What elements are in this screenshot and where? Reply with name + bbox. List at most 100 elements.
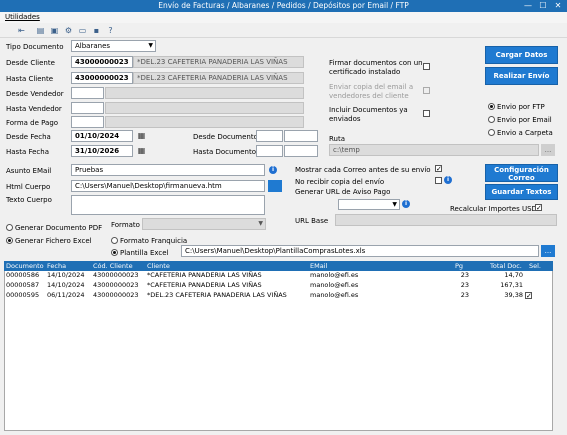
radio-envio-carpeta[interactable] bbox=[488, 129, 495, 136]
desde-cliente-code[interactable]: 43000000023 bbox=[71, 56, 133, 68]
info-icon[interactable]: i bbox=[269, 166, 277, 174]
menu-bar bbox=[0, 12, 567, 23]
configuracion-correo-button[interactable]: Configuración Correo bbox=[485, 164, 558, 182]
enviar-copia-label-2: vendedores del cliente bbox=[329, 92, 409, 100]
plantilla-excel-label: Plantilla Excel bbox=[120, 249, 169, 257]
help-icon[interactable]: ? bbox=[106, 26, 115, 35]
firmar-label-2: certificado instalado bbox=[329, 68, 401, 76]
preview-icon[interactable]: ▣ bbox=[50, 26, 59, 35]
cell-total: 39,38 bbox=[504, 291, 523, 299]
hasta-cliente-code[interactable]: 43000000023 bbox=[71, 72, 133, 84]
no-recibir-copia-label: No recibir copia del envío bbox=[295, 178, 385, 186]
col-cliente[interactable]: Cliente bbox=[147, 262, 170, 270]
mostrar-correo-checkbox[interactable]: ✓ bbox=[435, 165, 442, 173]
desde-cliente-name: *DEL.23 CAFETERIA PANADERIA LAS VIÑAS bbox=[133, 56, 304, 68]
cell-cod-cliente: 43000000023 bbox=[93, 281, 139, 289]
exit-icon[interactable]: ⇤ bbox=[17, 26, 26, 35]
hasta-vendedor-label: Hasta Vendedor bbox=[6, 105, 62, 113]
cell-cliente: *CAFETERIA PANADERIA LAS VIÑAS bbox=[147, 281, 262, 289]
cell-fecha: 14/10/2024 bbox=[47, 281, 85, 289]
minimize-button[interactable]: — bbox=[521, 0, 535, 12]
calendar-icon[interactable]: ▦ bbox=[137, 131, 146, 140]
radio-generar-excel[interactable] bbox=[6, 237, 13, 244]
radio-envio-email[interactable] bbox=[488, 116, 495, 123]
col-pg[interactable]: Pg bbox=[455, 262, 463, 270]
hasta-fecha-input[interactable]: 31/10/2026 bbox=[71, 145, 133, 157]
cell-email: manolo@efi.es bbox=[310, 271, 359, 279]
generar-pdf-label: Generar Documento PDF bbox=[15, 224, 103, 232]
plantilla-excel-input[interactable]: C:\Users\Manuel\Desktop\PlantillaCompras… bbox=[181, 245, 539, 257]
forma-pago-input[interactable] bbox=[71, 116, 104, 128]
cell-email: manolo@efi.es bbox=[310, 281, 359, 289]
incluir-enviados-checkbox[interactable] bbox=[423, 110, 430, 117]
print-icon[interactable]: ▤ bbox=[36, 26, 45, 35]
cell-cliente: *CAFETERIA PANADERIA LAS VIÑAS bbox=[147, 271, 262, 279]
col-email[interactable]: EMail bbox=[310, 262, 327, 270]
cargar-datos-button[interactable]: Cargar Datos bbox=[485, 46, 558, 64]
formato-select[interactable]: ▼ bbox=[142, 218, 266, 230]
cell-pg: 23 bbox=[460, 271, 469, 279]
desde-fecha-input[interactable]: 01/10/2024 bbox=[71, 130, 133, 142]
table-row[interactable]: 00000595 06/11/2024 43000000023 *DEL.23 … bbox=[5, 291, 552, 301]
desde-documento-label: Desde Documento bbox=[193, 133, 258, 141]
enviar-copia-checkbox[interactable] bbox=[423, 87, 430, 94]
desde-fecha-label: Desde Fecha bbox=[6, 133, 51, 141]
tipo-documento-select[interactable]: Albaranes ▼ bbox=[71, 40, 156, 52]
tipo-documento-label: Tipo Documento bbox=[6, 43, 64, 51]
radio-envio-ftp[interactable] bbox=[488, 103, 495, 110]
info-icon[interactable]: i bbox=[444, 176, 452, 184]
guardar-textos-button[interactable]: Guardar Textos bbox=[485, 184, 558, 200]
cell-sel-checkbox[interactable]: ✓ bbox=[525, 292, 532, 300]
radio-formato-franquicia[interactable] bbox=[111, 237, 118, 244]
table-row[interactable]: 00000587 14/10/2024 43000000023 *CAFETER… bbox=[5, 281, 552, 291]
formato-label: Formato bbox=[111, 221, 140, 229]
texto-cuerpo-textarea[interactable] bbox=[71, 195, 265, 215]
menu-utilidades[interactable]: Utilidades bbox=[5, 13, 40, 21]
firmar-label-1: Firmar documentos con un bbox=[329, 59, 423, 67]
desde-vendedor-name bbox=[105, 87, 304, 99]
radio-generar-pdf[interactable] bbox=[6, 224, 13, 231]
hasta-documento-label: Hasta Documento bbox=[193, 148, 257, 156]
close-button[interactable]: ✕ bbox=[551, 0, 565, 12]
ruta-input[interactable]: c:\temp bbox=[329, 144, 539, 156]
desde-documento-serie[interactable] bbox=[256, 130, 283, 142]
no-recibir-copia-checkbox[interactable] bbox=[435, 177, 442, 184]
desde-vendedor-input[interactable] bbox=[71, 87, 104, 99]
envio-ftp-label: Envio por FTP bbox=[497, 103, 545, 111]
cell-fecha: 06/11/2024 bbox=[47, 291, 85, 299]
calendar-icon[interactable]: ▦ bbox=[137, 146, 146, 155]
table-row[interactable]: 00000586 14/10/2024 43000000023 *CAFETER… bbox=[5, 271, 552, 281]
asunto-email-input[interactable]: Pruebas bbox=[71, 164, 265, 176]
firmar-checkbox[interactable] bbox=[423, 63, 430, 70]
chevron-down-icon: ▼ bbox=[392, 201, 397, 208]
recalcular-checkbox[interactable]: ✓ bbox=[535, 204, 542, 212]
col-fecha[interactable]: Fecha bbox=[47, 262, 66, 270]
hasta-documento-numero[interactable] bbox=[284, 145, 318, 157]
ruta-label: Ruta bbox=[329, 135, 346, 143]
hasta-documento-serie[interactable] bbox=[256, 145, 283, 157]
open-folder-icon[interactable]: ▭ bbox=[78, 26, 87, 35]
cell-pg: 23 bbox=[460, 291, 469, 299]
info-icon[interactable]: i bbox=[402, 200, 410, 208]
realizar-envio-button[interactable]: Realizar Envío bbox=[485, 67, 558, 85]
col-documento[interactable]: Documento bbox=[6, 262, 44, 270]
html-cuerpo-input[interactable]: C:\Users\Manuel\Desktop\firmanueva.htm bbox=[71, 180, 265, 192]
settings-icon[interactable]: ⚙ bbox=[64, 26, 73, 35]
hasta-fecha-label: Hasta Fecha bbox=[6, 148, 49, 156]
cell-cliente: *DEL.23 CAFETERIA PANADERIA LAS VIÑAS bbox=[147, 291, 287, 299]
chevron-down-icon: ▼ bbox=[258, 220, 263, 227]
hasta-vendedor-input[interactable] bbox=[71, 102, 104, 114]
col-cod-cliente[interactable]: Cód. Cliente bbox=[93, 262, 133, 270]
plantilla-browse-button[interactable]: ... bbox=[541, 245, 555, 257]
col-total-doc[interactable]: Total Doc. bbox=[490, 262, 522, 270]
html-cuerpo-browse-button[interactable] bbox=[268, 180, 282, 192]
save-icon[interactable]: ▪ bbox=[92, 26, 101, 35]
desde-documento-numero[interactable] bbox=[284, 130, 318, 142]
maximize-button[interactable]: ☐ bbox=[536, 0, 550, 12]
envio-carpeta-label: Envio a Carpeta bbox=[497, 129, 553, 137]
radio-plantilla-excel[interactable] bbox=[111, 249, 118, 256]
url-base-input[interactable] bbox=[335, 214, 557, 226]
generar-url-select[interactable]: ▼ bbox=[338, 199, 400, 210]
col-sel[interactable]: Sel. bbox=[529, 262, 541, 270]
ruta-browse-button[interactable]: ... bbox=[541, 144, 555, 156]
